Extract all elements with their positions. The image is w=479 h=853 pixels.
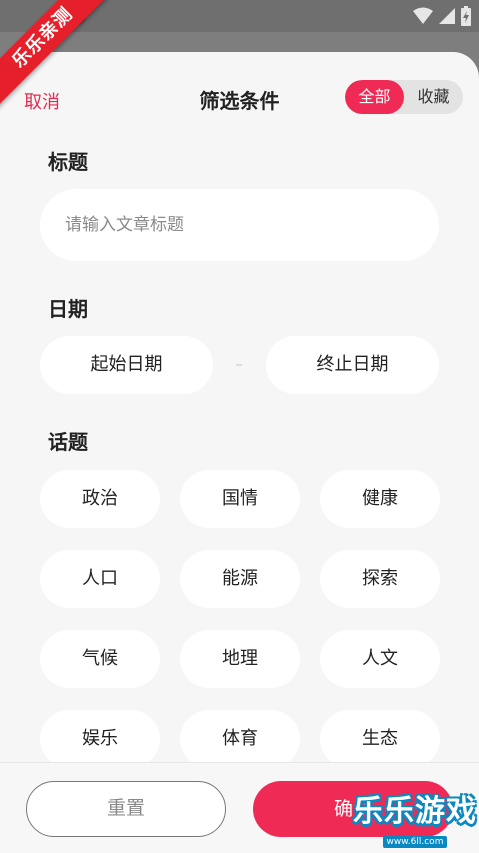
signal-icon [439,8,455,24]
topic-chip-national[interactable]: 国情 [180,470,300,528]
topic-chip-exploration[interactable]: 探索 [320,550,440,608]
topic-section-label: 话题 [48,430,88,454]
segment-toggle: 全部 收藏 [345,80,463,114]
start-date-picker[interactable]: 起始日期 [40,336,213,394]
segment-favorites[interactable]: 收藏 [404,80,463,114]
watermark-brand: 乐乐游戏 [353,794,477,829]
date-section-label: 日期 [48,297,88,321]
topic-chip-sports[interactable]: 体育 [180,710,300,768]
segment-all[interactable]: 全部 [345,80,404,114]
title-section-label: 标题 [48,150,88,174]
date-separator [236,364,242,366]
status-icons [413,6,471,26]
topic-chip-humanities[interactable]: 人文 [320,630,440,688]
watermark-logo: 乐乐游戏 www.6ll.com [353,795,477,848]
topic-chip-geography[interactable]: 地理 [180,630,300,688]
watermark-url: www.6ll.com [382,836,448,848]
battery-icon [461,6,471,26]
topic-chip-health[interactable]: 健康 [320,470,440,528]
filter-sheet: 取消 筛选条件 全部 收藏 标题 日期 起始日期 终止日期 话题 政治 国情 健… [0,52,479,853]
title-search-input[interactable] [40,189,439,261]
reset-button[interactable]: 重置 [26,781,226,837]
topic-chip-politics[interactable]: 政治 [40,470,160,528]
watermark-ribbon: 乐乐亲测 [0,0,120,120]
ribbon-text: 乐乐亲测 [0,0,115,110]
wifi-icon [413,7,433,24]
topic-chip-climate[interactable]: 气候 [40,630,160,688]
topic-chip-population[interactable]: 人口 [40,550,160,608]
topic-chip-ecology[interactable]: 生态 [320,710,440,768]
topic-chip-energy[interactable]: 能源 [180,550,300,608]
topic-chip-entertainment[interactable]: 娱乐 [40,710,160,768]
end-date-picker[interactable]: 终止日期 [266,336,439,394]
